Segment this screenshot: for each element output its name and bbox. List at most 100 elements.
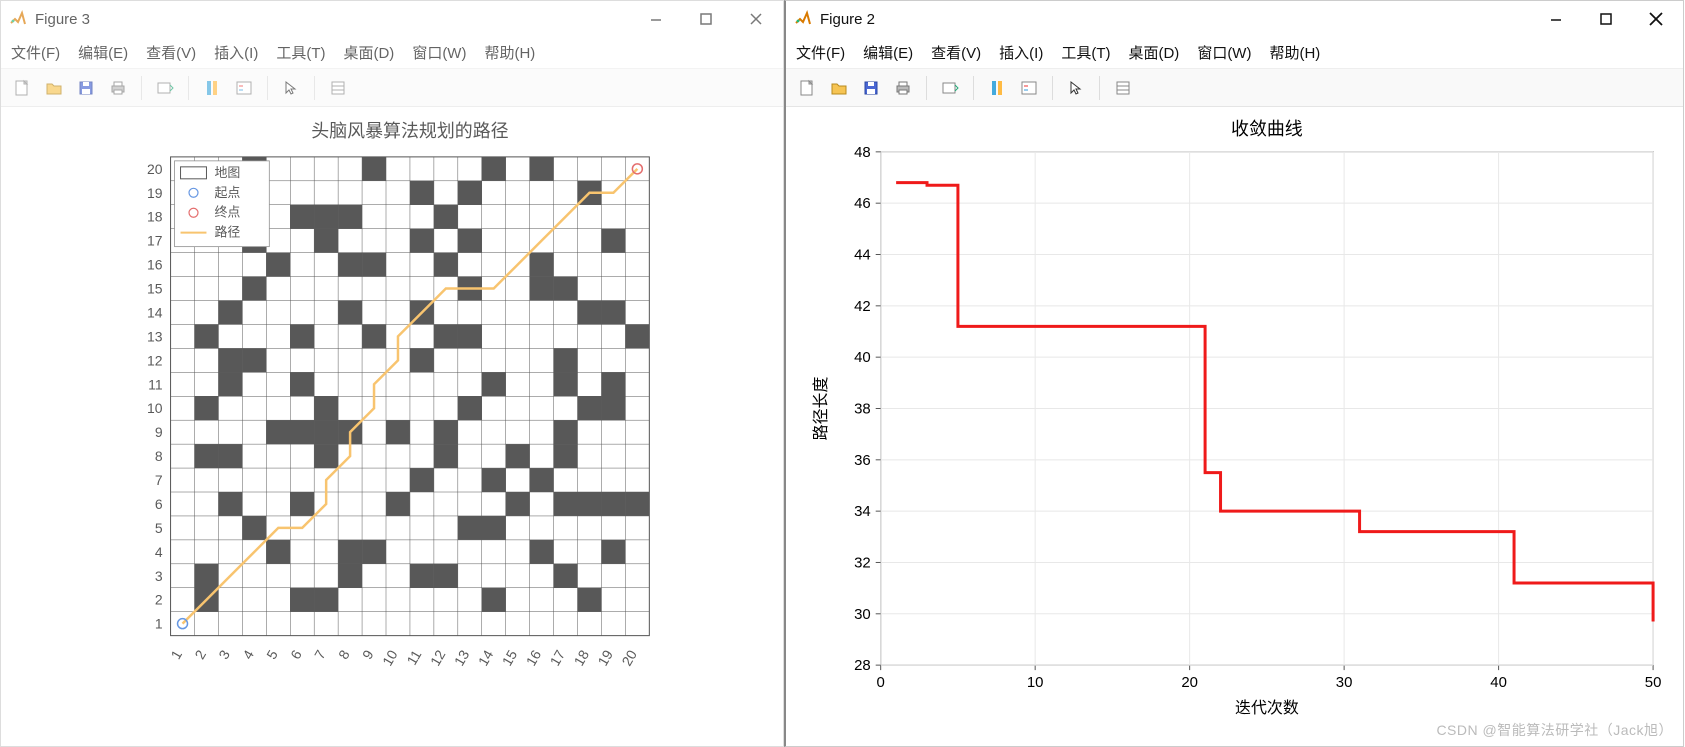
convergence-chart: 收敛曲线010203040502830323436384042444648迭代次… [786,107,1683,745]
svg-text:4: 4 [239,647,257,662]
menubar: 文件(F) 编辑(E) 查看(V) 插入(I) 工具(T) 桌面(D) 窗口(W… [786,37,1683,69]
svg-text:20: 20 [1181,674,1198,691]
svg-text:44: 44 [854,246,871,263]
properties-icon[interactable] [325,75,351,101]
minimize-icon[interactable] [1543,6,1569,32]
menu-view[interactable]: 查看(V) [146,42,196,63]
link-icon[interactable] [152,75,178,101]
menu-file[interactable]: 文件(F) [11,42,60,63]
menu-view[interactable]: 查看(V) [931,42,981,63]
svg-text:10: 10 [379,647,401,669]
minimize-icon[interactable] [643,6,669,32]
menu-insert[interactable]: 插入(I) [999,42,1043,63]
svg-text:42: 42 [854,298,871,315]
svg-text:17: 17 [547,647,569,669]
print-icon[interactable] [105,75,131,101]
menubar: 文件(F) 编辑(E) 查看(V) 插入(I) 工具(T) 桌面(D) 窗口(W… [1,37,783,69]
menu-edit[interactable]: 编辑(E) [78,42,128,63]
maximize-icon[interactable] [1593,6,1619,32]
svg-text:14: 14 [475,647,497,669]
properties-icon[interactable] [1110,75,1136,101]
svg-text:17: 17 [147,233,163,249]
new-icon[interactable] [9,75,35,101]
svg-text:46: 46 [854,195,871,212]
svg-text:1: 1 [155,616,163,632]
svg-text:1: 1 [167,647,185,662]
link-icon[interactable] [937,75,963,101]
svg-text:36: 36 [854,452,871,469]
svg-text:38: 38 [854,400,871,417]
open-icon[interactable] [41,75,67,101]
cursor-icon[interactable] [1063,75,1089,101]
svg-text:16: 16 [147,257,163,273]
menu-window[interactable]: 窗口(W) [1197,42,1251,63]
svg-text:地图: 地图 [214,165,240,180]
toolbar [1,69,783,107]
titlebar[interactable]: Figure 2 [786,1,1683,37]
matlab-icon [794,10,812,28]
svg-text:15: 15 [147,281,163,297]
colorbar-icon[interactable] [984,75,1010,101]
svg-text:6: 6 [287,647,305,662]
svg-text:34: 34 [854,503,871,520]
svg-text:8: 8 [155,448,163,464]
svg-text:3: 3 [155,568,163,584]
svg-text:15: 15 [499,647,521,669]
menu-edit[interactable]: 编辑(E) [863,42,913,63]
open-icon[interactable] [826,75,852,101]
figure-3-window: Figure 3 文件(F) 编辑(E) 查看(V) 插入(I) 工具(T) 桌… [0,0,784,747]
legend-icon[interactable] [231,75,257,101]
svg-text:18: 18 [147,209,163,225]
grid-path-chart: 头脑风暴算法规划的路径12345678910111213141516171819… [1,107,783,745]
menu-desktop[interactable]: 桌面(D) [343,42,394,63]
maximize-icon[interactable] [693,6,719,32]
close-icon[interactable] [1643,6,1669,32]
svg-text:16: 16 [523,647,545,669]
svg-text:7: 7 [155,472,163,488]
svg-text:路径: 路径 [214,225,240,240]
svg-text:10: 10 [147,400,163,416]
cursor-icon[interactable] [278,75,304,101]
new-icon[interactable] [794,75,820,101]
menu-window[interactable]: 窗口(W) [412,42,466,63]
svg-text:19: 19 [594,647,616,669]
menu-file[interactable]: 文件(F) [796,42,845,63]
svg-text:2: 2 [191,647,209,662]
svg-text:11: 11 [403,647,424,668]
svg-text:收敛曲线: 收敛曲线 [1231,119,1303,139]
print-icon[interactable] [890,75,916,101]
plot-area-grid: 头脑风暴算法规划的路径12345678910111213141516171819… [1,107,783,746]
menu-tools[interactable]: 工具(T) [1061,42,1110,63]
save-icon[interactable] [73,75,99,101]
svg-text:30: 30 [854,606,871,623]
svg-text:5: 5 [263,647,281,662]
svg-text:2: 2 [155,592,163,608]
svg-text:11: 11 [148,376,163,392]
svg-text:18: 18 [570,647,592,669]
figure-2-window: Figure 2 文件(F) 编辑(E) 查看(V) 插入(I) 工具(T) 桌… [784,0,1684,747]
plot-area-convergence: 收敛曲线010203040502830323436384042444648迭代次… [786,107,1683,746]
svg-text:12: 12 [427,647,449,669]
svg-text:9: 9 [155,424,163,440]
svg-text:40: 40 [1490,674,1507,691]
window-title: Figure 2 [820,11,1543,28]
svg-text:50: 50 [1645,674,1662,691]
save-icon[interactable] [858,75,884,101]
svg-text:迭代次数: 迭代次数 [1235,699,1299,717]
svg-text:14: 14 [147,304,163,320]
legend-icon[interactable] [1016,75,1042,101]
menu-help[interactable]: 帮助(H) [1269,42,1320,63]
svg-text:4: 4 [155,544,163,560]
svg-text:终点: 终点 [214,205,240,220]
menu-insert[interactable]: 插入(I) [214,42,258,63]
menu-desktop[interactable]: 桌面(D) [1128,42,1179,63]
close-icon[interactable] [743,6,769,32]
svg-text:6: 6 [155,496,163,512]
colorbar-icon[interactable] [199,75,225,101]
menu-tools[interactable]: 工具(T) [276,42,325,63]
svg-text:32: 32 [854,554,871,571]
svg-text:30: 30 [1336,674,1353,691]
menu-help[interactable]: 帮助(H) [484,42,535,63]
svg-text:28: 28 [854,657,871,674]
titlebar[interactable]: Figure 3 [1,1,783,37]
